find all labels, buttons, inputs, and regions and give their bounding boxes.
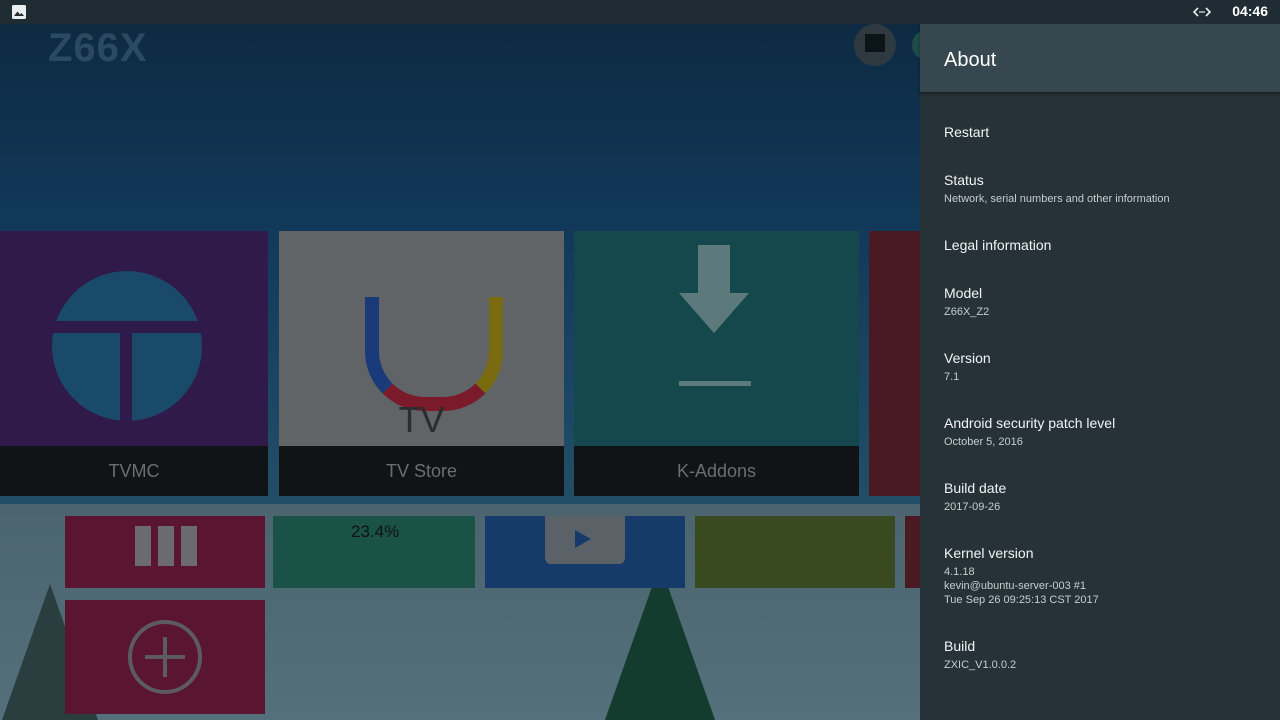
page-title: About [944,49,997,71]
item-summary: ZXIC_V1.0.0.2 [944,659,1017,671]
image-icon [12,5,26,19]
download-icon-head [679,293,749,333]
about-item-security-patch[interactable]: Android security patch level October 5, … [944,414,1264,449]
app-tile-tv-store[interactable]: TV TV Store [279,231,564,496]
about-item-legal[interactable]: Legal information [944,236,1264,254]
play-icon [545,516,625,564]
apps-tile[interactable] [65,516,265,588]
clock: 04:46 [1232,3,1268,19]
item-summary: 4.1.18 kevin@ubuntu-server-003 #1 Tue Se… [944,566,1099,606]
item-summary: Network, serial numbers and other inform… [944,193,1170,205]
tvmc-logo-icon [52,271,202,421]
about-item-model[interactable]: Model Z66X_Z2 [944,284,1264,319]
about-item-status[interactable]: Status Network, serial numbers and other… [944,171,1264,206]
about-item-restart[interactable]: Restart [944,123,1264,141]
panel-header: About [920,24,1280,92]
item-title: Restart [944,124,990,140]
item-title: Model [944,285,983,301]
item-summary: Z66X_Z2 [944,306,990,318]
item-title: Status [944,172,984,188]
apps-grid-icon [135,526,197,566]
tile-label: TVMC [0,446,268,496]
partial-tile[interactable] [905,516,920,588]
app-tile-partial[interactable] [869,231,920,496]
item-summary: October 5, 2016 [944,436,1023,448]
app-tile-tvmc[interactable]: TVMC [0,231,268,496]
about-item-version[interactable]: Version 7.1 [944,349,1264,384]
status-bar: 04:46 [0,0,1280,24]
item-title: Build date [944,480,1007,496]
about-item-build-date[interactable]: Build date 2017-09-26 [944,479,1264,514]
item-title: Build [944,638,976,654]
cleaner-tile[interactable]: 23.4% [273,516,475,588]
video-tile[interactable] [485,516,685,588]
file-manager-tile[interactable] [695,516,895,588]
add-app-tile[interactable] [65,600,265,714]
item-title: Android security patch level [944,415,1116,431]
app-tile-k-addons[interactable]: K-Addons [574,231,859,496]
about-panel: About Restart Status Network, serial num… [920,24,1280,720]
download-icon-base [679,381,751,386]
about-item-kernel-version[interactable]: Kernel version 4.1.18 kevin@ubuntu-serve… [944,544,1264,607]
ethernet-arrows-icon [1193,7,1211,17]
tv-store-logo-text: TV [398,399,445,440]
settings-shortcut-icon[interactable] [912,30,920,60]
tile-label: TV Store [279,446,564,496]
about-item-build[interactable]: Build ZXIC_V1.0.0.2 [944,637,1264,672]
item-title: Legal information [944,237,1052,253]
launcher-background: Z66X TVMC TV TV Store K-Addons 23.4% [0,24,920,720]
add-icon [128,620,202,694]
item-summary: 7.1 [944,371,960,383]
download-icon [698,245,730,295]
cleaner-percent: 23.4% [351,522,400,541]
item-title: Kernel version [944,545,1034,561]
brand-logo: Z66X [48,26,148,70]
ethernet-icon[interactable] [854,24,896,66]
item-title: Version [944,350,991,366]
item-summary: 2017-09-26 [944,501,1001,513]
tile-label: K-Addons [574,446,859,496]
tv-store-logo-icon [365,297,503,411]
